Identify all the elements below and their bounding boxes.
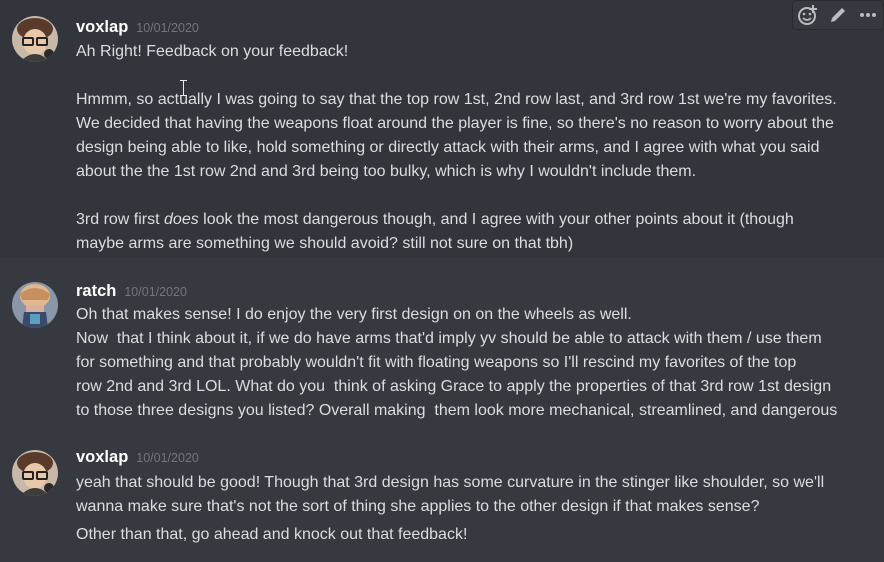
message-toolbar <box>792 0 884 30</box>
message-text: Other than that, go ahead and knock out … <box>76 526 468 543</box>
message-text: Hmmm, so actually I was going to say tha… <box>76 91 837 108</box>
more-options-icon[interactable] <box>856 3 880 27</box>
message-header: voxlap 10/01/2020 <box>76 18 199 37</box>
text-segment: 3rd row first <box>76 211 165 228</box>
message-text: Ah Right! Feedback on your feedback! <box>76 43 349 60</box>
username[interactable]: voxlap <box>76 448 128 467</box>
message-text: design being able to like, hold somethin… <box>76 139 820 156</box>
message-3: voxlap 10/01/2020 yeah that should be go… <box>0 438 884 562</box>
timestamp: 10/01/2020 <box>124 285 187 299</box>
message-text: yeah that should be good! Though that 3r… <box>76 474 825 491</box>
message-header: ratch 10/01/2020 <box>76 282 187 301</box>
message-text: Oh that makes sense! I do enjoy the very… <box>76 306 632 323</box>
message-text: 3rd row first does look the most dangero… <box>76 208 794 232</box>
timestamp: 10/01/2020 <box>136 451 199 465</box>
message-text: row 2nd and 3rd LOL. What do you think o… <box>76 378 832 395</box>
avatar[interactable] <box>12 16 58 62</box>
message-text: for something and that probably wouldn't… <box>76 354 797 371</box>
message-text: We decided that having the weapons float… <box>76 115 834 132</box>
message-text: maybe arms are something we should avoid… <box>76 235 574 252</box>
message-text: about the the 1st row 2nd and 3rd being … <box>76 163 697 180</box>
edit-icon[interactable] <box>826 3 850 27</box>
message-text: to those three designs you listed? Overa… <box>76 402 838 419</box>
message-2: ratch 10/01/2020 Oh that makes sense! I … <box>0 270 884 430</box>
message-text: wanna make sure that's not the sort of t… <box>76 498 760 515</box>
emphasis-text: does <box>164 211 199 228</box>
message-header: voxlap 10/01/2020 <box>76 448 199 467</box>
message-text: Now that I think about it, if we do have… <box>76 330 822 347</box>
username[interactable]: ratch <box>76 282 116 301</box>
add-reaction-icon[interactable] <box>796 3 820 27</box>
avatar[interactable] <box>12 282 58 328</box>
text-cursor-icon <box>180 80 187 96</box>
message-1: voxlap 10/01/2020 Ah Right! Feedback on … <box>0 0 884 258</box>
timestamp: 10/01/2020 <box>136 21 199 35</box>
text-segment: look the most dangerous though, and I ag… <box>198 211 794 228</box>
avatar[interactable] <box>12 450 58 496</box>
username[interactable]: voxlap <box>76 18 128 37</box>
